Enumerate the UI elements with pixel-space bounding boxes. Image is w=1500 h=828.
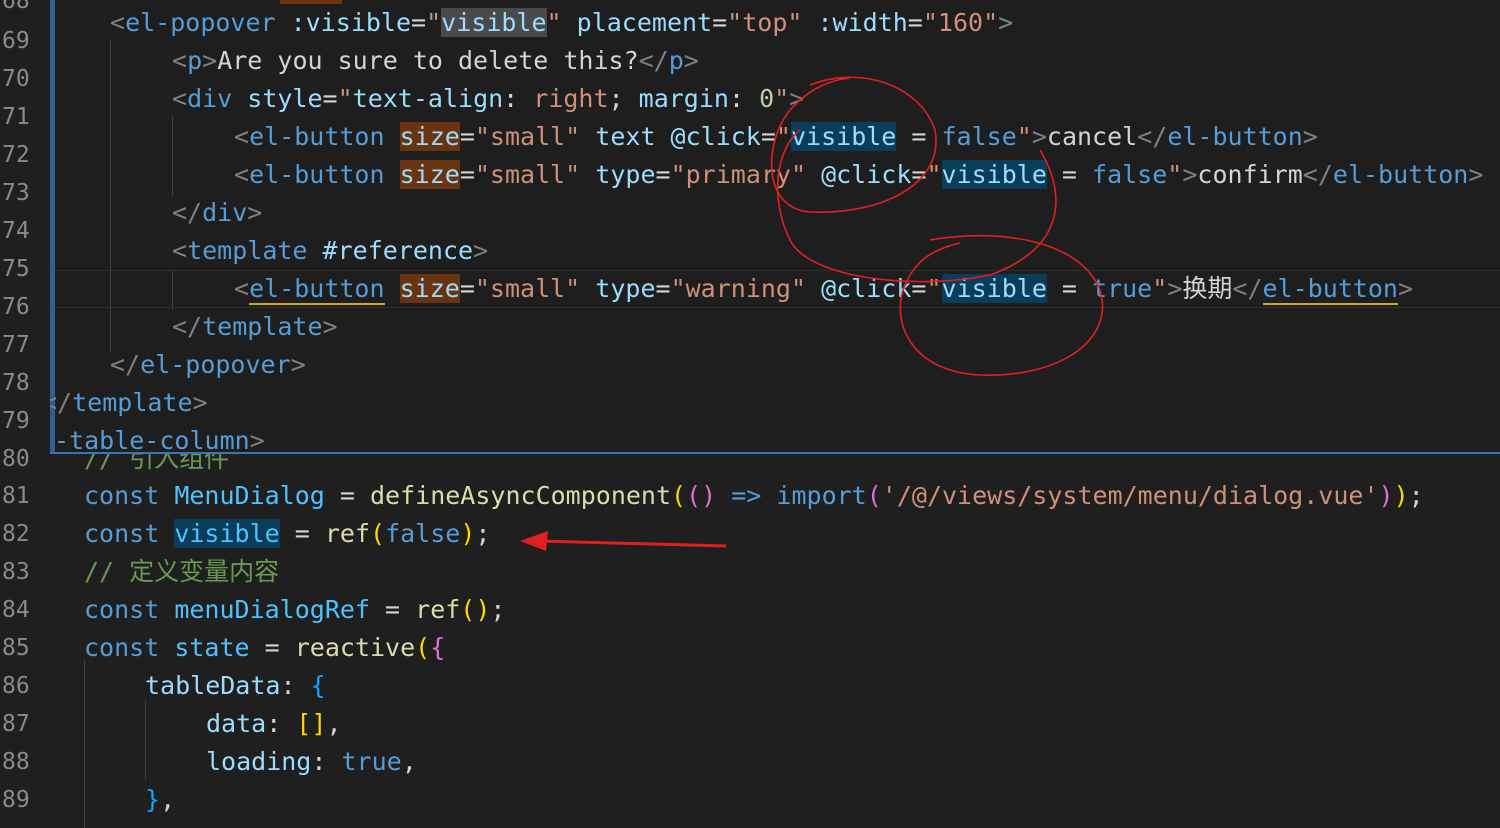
indent-guide — [145, 700, 146, 780]
visible-declaration: visible — [174, 519, 280, 548]
line-number: 83 — [2, 559, 30, 585]
line-number: 87 — [2, 711, 30, 737]
line-number: 68 — [2, 0, 30, 14]
code-line-71: <div style="text-align: right; margin: 0… — [172, 84, 805, 113]
code-line-74: </div> — [172, 198, 263, 227]
code-line-83: // 定义变量内容 — [84, 557, 280, 586]
code-line-76: <el-button size="small" type="warning" @… — [234, 274, 1414, 305]
line-number: 69 — [2, 28, 30, 54]
code-line-87: data: [], — [206, 709, 342, 738]
code-line-82: const visible = ref(false); — [84, 519, 491, 548]
line-number: 71 — [2, 104, 30, 130]
indent-guide — [84, 660, 85, 828]
line-number: 81 — [2, 483, 30, 509]
code-line-78: </el-popover> — [110, 350, 306, 379]
line-number: 72 — [2, 142, 30, 168]
peek-editor[interactable]: <el-popover :visible="visible" placement… — [50, 0, 1500, 454]
code-line-80-partial: -table-column> — [54, 426, 265, 454]
code-line-75: <template #reference> — [172, 236, 489, 265]
line-number: 84 — [2, 597, 30, 623]
line-number: 82 — [2, 521, 30, 547]
line-number: 86 — [2, 673, 30, 699]
code-line-70: <p>Are you sure to delete this?</p> — [172, 46, 699, 75]
code-line-72: <el-button size="small" text @click="vis… — [234, 122, 1318, 151]
code-line-77: </template> — [172, 312, 338, 341]
line-number: 73 — [2, 180, 30, 206]
line-number: 89 — [2, 787, 30, 813]
code-line-79: </template> — [50, 388, 208, 417]
line-number: 88 — [2, 749, 30, 775]
code-line-73: <el-button size="small" type="primary" @… — [234, 160, 1484, 189]
code-line-88: loading: true, — [206, 747, 417, 776]
line-number: 80 — [2, 446, 30, 472]
code-line-86: tableData: { — [145, 671, 326, 700]
line-number: 79 — [2, 408, 30, 434]
code-line-89: }, — [145, 785, 176, 814]
line-number: 85 — [2, 635, 30, 661]
line-number: 70 — [2, 66, 30, 92]
indent-guide — [172, 116, 173, 196]
code-line-84: const menuDialogRef = ref(); — [84, 595, 506, 624]
code-line-81: const MenuDialog = defineAsyncComponent(… — [84, 481, 1424, 510]
code-line-85: const state = reactive({ — [84, 633, 446, 662]
line-number: 76 — [2, 294, 30, 320]
code-line-69: <el-popover :visible="visible" placement… — [110, 8, 1014, 37]
line-number: 74 — [2, 218, 30, 244]
line-number: 77 — [2, 332, 30, 358]
line-number: 78 — [2, 370, 30, 396]
line-number: 75 — [2, 256, 30, 282]
